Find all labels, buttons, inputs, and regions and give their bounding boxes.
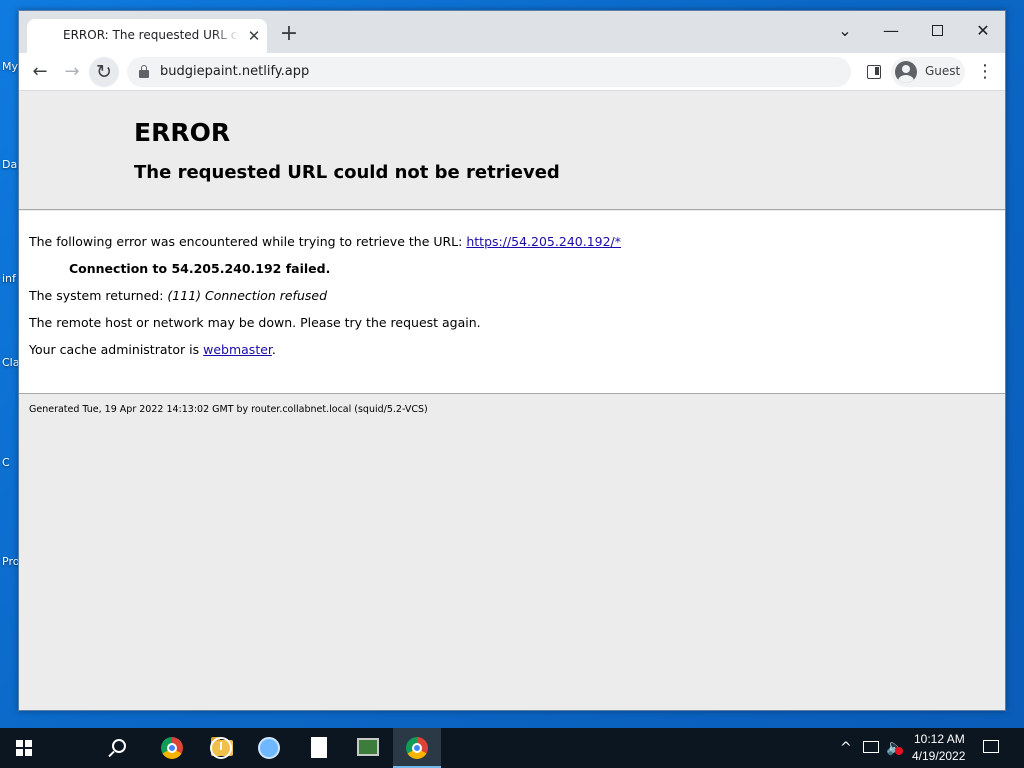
minimize-button[interactable]: — <box>871 17 911 45</box>
maximize-button[interactable] <box>917 17 957 45</box>
close-window-button[interactable]: ✕ <box>963 17 1003 45</box>
windows-logo-icon <box>16 740 32 756</box>
page-subtitle: The requested URL could not be retrieved <box>134 162 560 183</box>
more-menu-icon[interactable]: ⋮ <box>975 61 995 83</box>
reload-button[interactable]: ↻ <box>89 57 119 87</box>
clock-time[interactable]: 10:12 AM <box>914 732 965 746</box>
page-content: ERROR The requested URL could not be ret… <box>19 91 1005 710</box>
system-returned-prefix: The system returned: <box>29 288 168 303</box>
address-bar[interactable]: budgiepaint.netlify.app <box>127 57 851 87</box>
chrome-icon <box>161 737 183 759</box>
desktop-icon-label[interactable]: Pro <box>2 555 19 568</box>
chrome-taskbar-button[interactable] <box>148 728 196 768</box>
back-button[interactable]: ← <box>25 57 55 87</box>
desktop-icon-label[interactable]: Da <box>2 158 17 171</box>
error-url-link[interactable]: https://54.205.240.192/* <box>466 234 621 249</box>
desktop-icon-label[interactable]: My <box>2 60 18 73</box>
chrome-active-taskbar-button[interactable] <box>393 728 441 768</box>
tab-title: ERROR: The requested URL could not be re… <box>63 28 239 42</box>
error-body: The following error was encountered whil… <box>19 211 1005 394</box>
network-icon[interactable] <box>863 741 879 753</box>
muted-badge-icon <box>895 747 903 755</box>
tab-search-icon[interactable]: ⌄ <box>825 17 865 45</box>
chrome-icon <box>406 737 428 759</box>
connection-failed-message: Connection to 54.205.240.192 failed. <box>69 261 331 276</box>
error-url-line: The following error was encountered whil… <box>29 234 621 249</box>
desktop-icon-label[interactable]: C <box>2 456 10 469</box>
browser-toolbar: ← → ↻ budgiepaint.netlify.app Guest ⋮ <box>19 53 1005 91</box>
admin-suffix: . <box>271 342 276 357</box>
error-header: ERROR The requested URL could not be ret… <box>19 91 1005 210</box>
forward-button[interactable]: → <box>57 57 87 87</box>
profile-label: Guest <box>925 64 961 78</box>
new-tab-button[interactable]: + <box>277 23 301 47</box>
retry-hint: The remote host or network may be down. … <box>29 315 481 330</box>
generated-footer: Generated Tue, 19 Apr 2022 14:13:02 GMT … <box>29 404 428 415</box>
clock-date[interactable]: 4/19/2022 <box>912 749 965 763</box>
avatar-icon <box>895 61 917 83</box>
browser-window: ERROR: The requested URL could not be re… <box>18 10 1006 711</box>
file-explorer-button[interactable] <box>99 728 233 768</box>
notification-icon[interactable] <box>983 740 999 753</box>
globe-icon <box>258 737 280 759</box>
side-panel-icon[interactable] <box>867 65 881 79</box>
system-returned-detail: (111) Connection refused <box>167 288 327 303</box>
desktop-icon-label[interactable]: inf <box>2 272 16 285</box>
maximize-icon <box>931 24 943 36</box>
webmaster-link[interactable]: webmaster <box>203 342 272 357</box>
lock-icon[interactable] <box>139 65 149 78</box>
admin-prefix: Your cache administrator is <box>29 342 204 357</box>
admin-line: Your cache administrator is webmaster. <box>29 342 276 357</box>
taskbar: ^ 🔈 10:12 AM 4/19/2022 <box>0 728 1024 768</box>
profile-button[interactable]: Guest <box>891 57 965 87</box>
close-tab-icon[interactable]: ✕ <box>245 27 263 45</box>
document-icon <box>311 737 327 758</box>
page-title: ERROR <box>134 118 231 147</box>
start-button[interactable] <box>0 728 48 768</box>
alarm-clock-icon <box>210 737 232 759</box>
system-returned-line: The system returned: (111) Connection re… <box>29 288 327 303</box>
search-button[interactable] <box>48 728 126 768</box>
tab-active[interactable]: ERROR: The requested URL could not be re… <box>27 19 267 53</box>
show-hidden-icons-icon[interactable]: ^ <box>840 740 852 756</box>
tab-strip: ERROR: The requested URL could not be re… <box>19 11 1005 53</box>
url-text[interactable]: budgiepaint.netlify.app <box>160 64 309 79</box>
error-url-prefix: The following error was encountered whil… <box>29 234 467 249</box>
desktop-icon-label[interactable]: Cla <box>2 356 19 369</box>
task-manager-icon <box>357 738 379 756</box>
